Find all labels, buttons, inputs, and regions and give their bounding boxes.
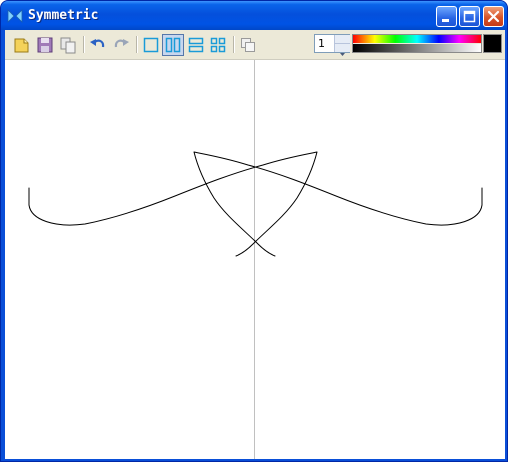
spinner-down-button[interactable]: [334, 44, 350, 56]
undo-icon: [90, 39, 105, 48]
app-icon: [7, 9, 23, 23]
new-button[interactable]: [11, 34, 33, 56]
duplicate-icon: [241, 38, 255, 52]
redo-icon: [114, 39, 129, 48]
undo-button[interactable]: [87, 34, 109, 56]
quad-split-icon: [210, 37, 226, 53]
drawing-surface: [28, 60, 483, 459]
color-palette[interactable]: [352, 34, 482, 53]
copy-button[interactable]: [57, 34, 79, 56]
maximize-button[interactable]: [459, 6, 480, 27]
grayscale-strip[interactable]: [353, 44, 481, 52]
application-window: Symmetric 1: [0, 0, 508, 462]
spinner-up-button[interactable]: [334, 35, 350, 48]
title-bar[interactable]: Symmetric: [1, 1, 507, 30]
hue-strip[interactable]: [353, 35, 481, 43]
chevron-down-icon: [340, 53, 345, 56]
maximize-icon: [463, 10, 476, 23]
minimize-button[interactable]: [436, 6, 457, 27]
drawn-stroke: [28, 151, 318, 257]
drawing-canvas[interactable]: [5, 60, 505, 459]
minimize-icon: [442, 19, 449, 22]
layout-horizontal-split-button[interactable]: [185, 34, 207, 56]
vertical-split-icon: [165, 37, 181, 53]
layout-quad-button[interactable]: [207, 34, 229, 56]
toolbar-separator: [233, 36, 234, 53]
layout-vertical-split-button[interactable]: [162, 34, 184, 56]
new-document-icon: [14, 38, 29, 53]
close-icon: [487, 10, 500, 23]
brush-size-spinner[interactable]: 1: [314, 34, 350, 56]
current-color-swatch[interactable]: [483, 34, 502, 53]
duplicate-button[interactable]: [237, 34, 259, 56]
layout-single-button[interactable]: [140, 34, 162, 56]
window-title: Symmetric: [28, 8, 99, 23]
single-pane-icon: [143, 37, 159, 53]
close-button[interactable]: [483, 6, 504, 27]
brush-size-value: 1: [318, 37, 325, 50]
stroke-group: [28, 151, 483, 257]
save-icon: [37, 37, 53, 53]
toolbar-separator: [83, 36, 84, 53]
save-button[interactable]: [34, 34, 56, 56]
toolbar: 1: [5, 30, 505, 60]
toolbar-separator: [136, 36, 137, 53]
copy-icon: [60, 37, 76, 54]
mirrored-stroke: [193, 151, 483, 257]
horizontal-split-icon: [188, 37, 204, 53]
redo-button[interactable]: [110, 34, 132, 56]
